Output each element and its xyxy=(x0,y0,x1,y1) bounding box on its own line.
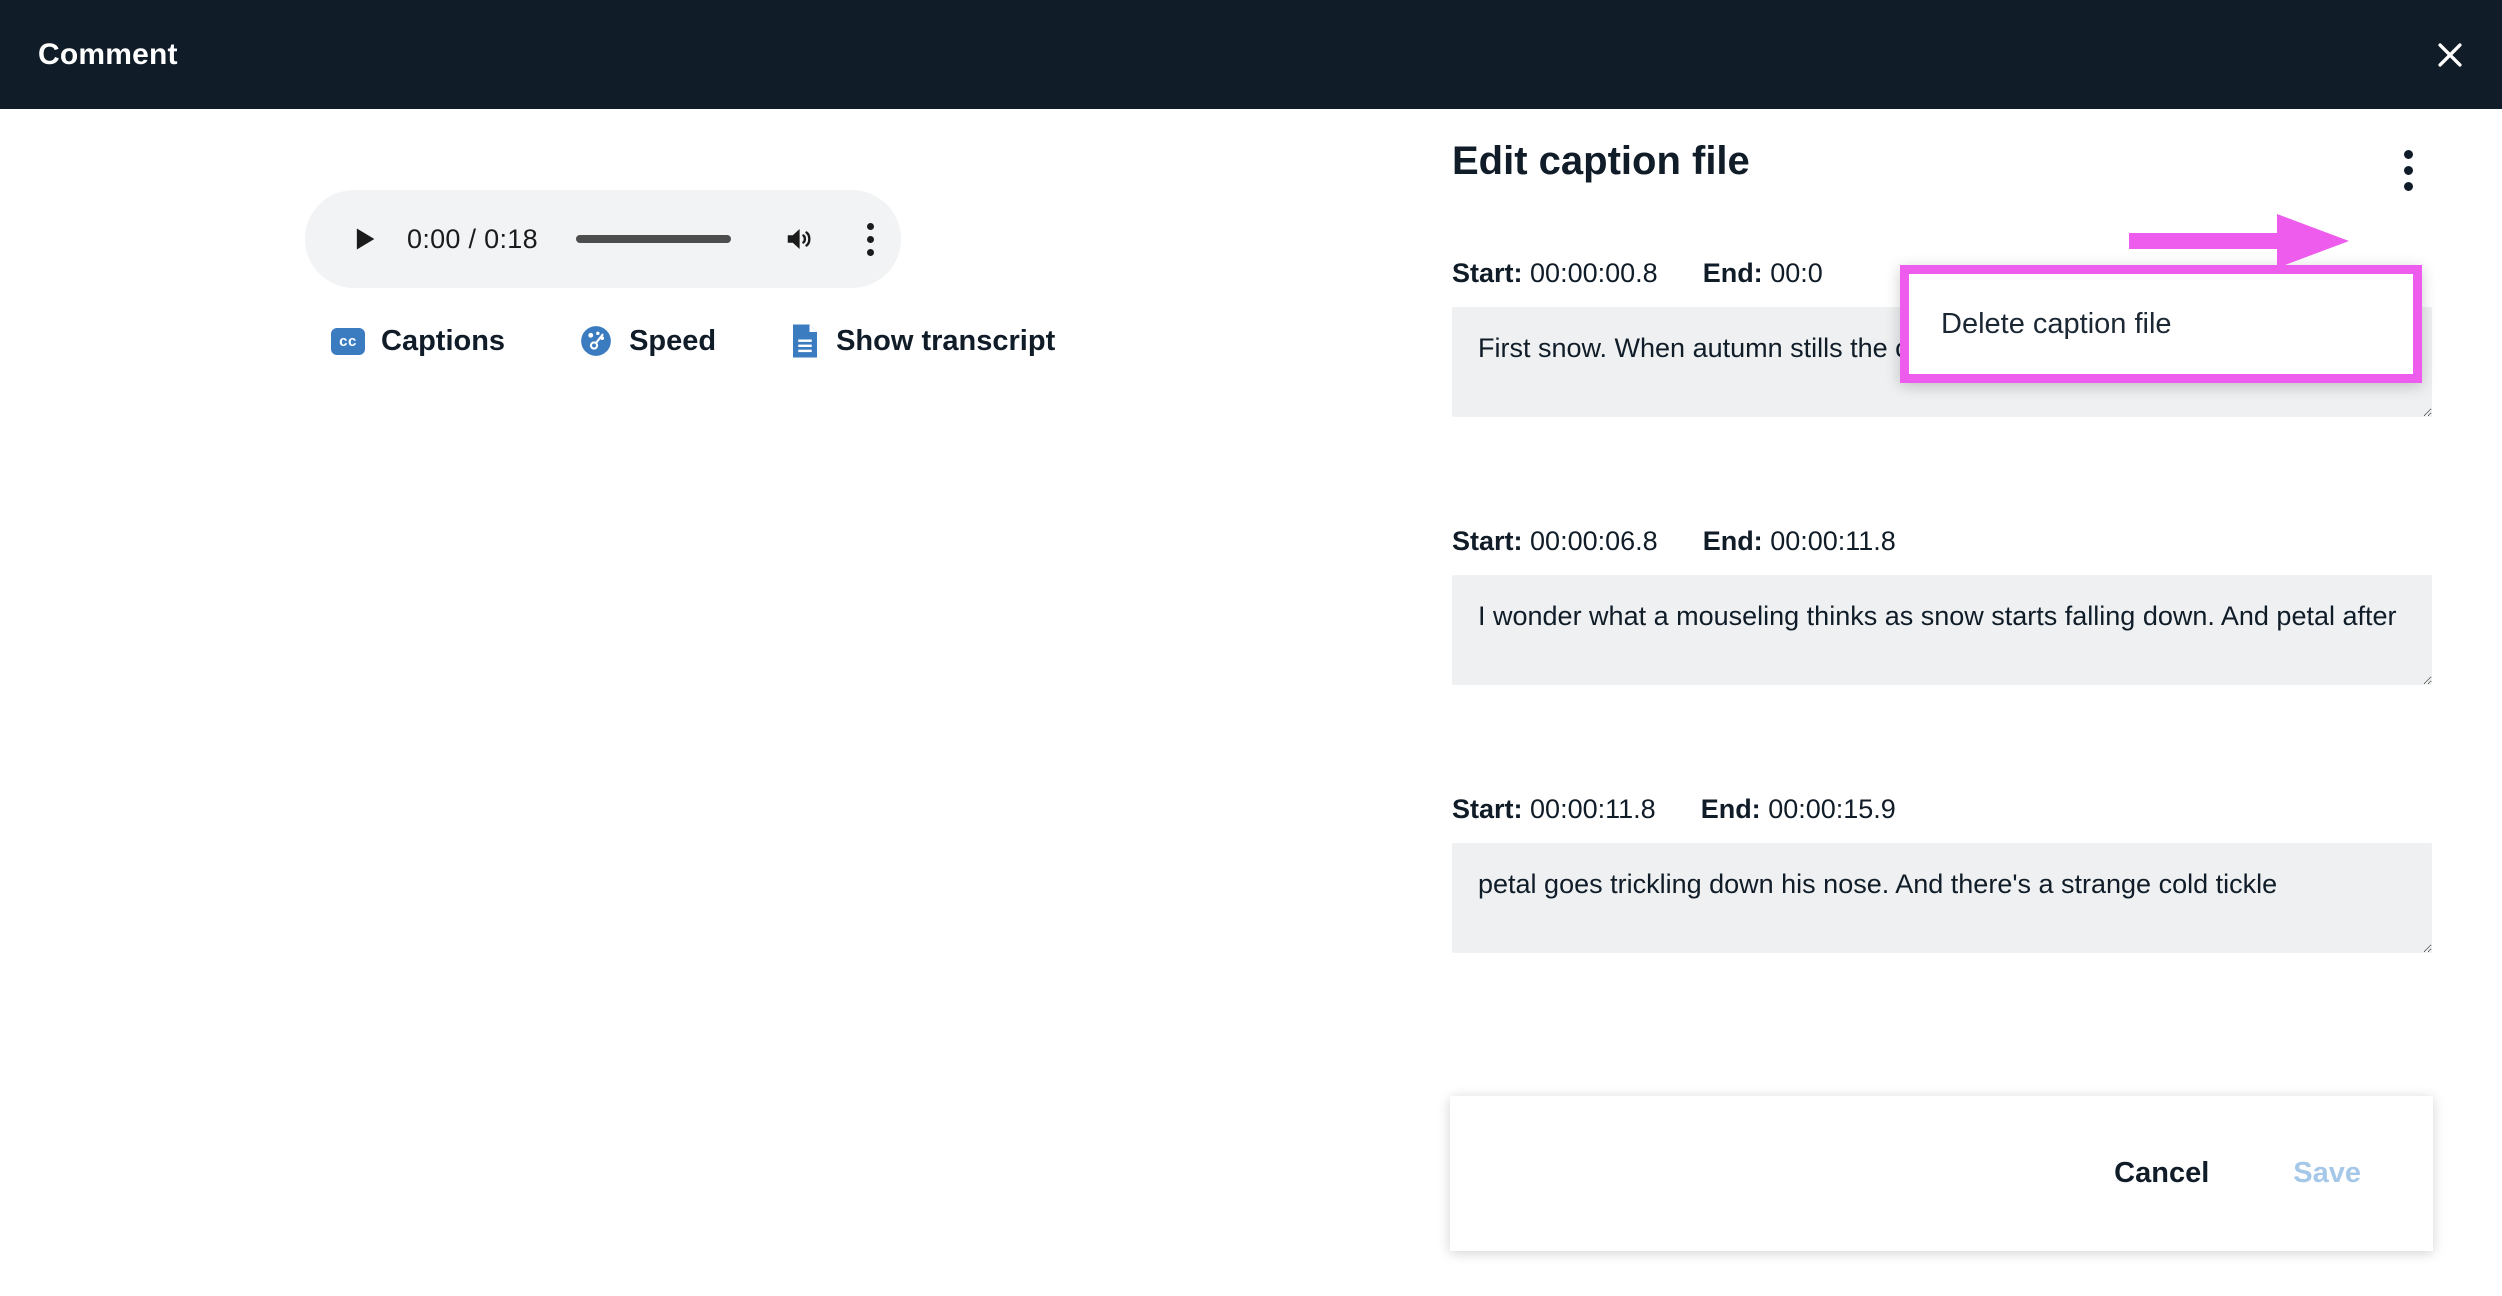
close-button[interactable] xyxy=(2422,27,2478,83)
cc-icon: cc xyxy=(331,327,365,355)
menu-item-delete-caption-file[interactable]: Delete caption file xyxy=(1909,308,2172,341)
kebab-dot xyxy=(867,222,875,230)
kebab-dot xyxy=(867,248,875,256)
end-label: End: xyxy=(1700,794,1761,824)
transcript-icon xyxy=(793,324,818,358)
captions-button[interactable]: cc Captions xyxy=(331,325,505,358)
start-time: 00:00:00.8 xyxy=(1530,258,1658,288)
show-transcript-label: Show transcript xyxy=(836,324,1056,357)
caption-timecodes: Start: 00:00:11.8 End: 00:00:15.9 xyxy=(1452,794,2432,825)
caption-editor-more-options-button[interactable] xyxy=(2386,143,2430,197)
dialog-header: Comment xyxy=(0,0,2502,109)
kebab-dot xyxy=(2403,181,2413,191)
speed-label: Speed xyxy=(629,324,717,357)
player-options-row: cc Captions Speed Show transcript xyxy=(331,323,1055,359)
start-label: Start: xyxy=(1452,794,1523,824)
caption-editor-title: Edit caption file xyxy=(1452,139,1750,183)
speed-icon xyxy=(581,326,611,356)
show-transcript-button[interactable]: Show transcript xyxy=(790,323,1055,359)
audio-player: 0:00 / 0:18 xyxy=(305,190,901,288)
end-time: 00:00:11.8 xyxy=(1770,526,1896,556)
volume-icon xyxy=(787,229,811,249)
player-more-options-button[interactable] xyxy=(849,213,893,265)
caption-editor-header: Edit caption file xyxy=(1452,139,2432,209)
kebab-dot xyxy=(867,235,875,243)
progress-slider[interactable] xyxy=(575,235,731,243)
caption-entry: Start: 00:00:11.8 End: 00:00:15.9 xyxy=(1452,794,2432,953)
page-title: Comment xyxy=(38,37,178,71)
start-time: 00:00:11.8 xyxy=(1530,794,1656,824)
start-time: 00:00:06.8 xyxy=(1530,526,1658,556)
caption-text-input[interactable] xyxy=(1452,575,2432,685)
play-button[interactable] xyxy=(339,213,391,265)
editor-footer: Cancel Save xyxy=(1450,1096,2433,1251)
end-label: End: xyxy=(1702,258,1763,288)
caption-entry: Start: 00:00:06.8 End: 00:00:11.8 xyxy=(1452,526,2432,685)
end-time: 00:00:15.9 xyxy=(1768,794,1896,824)
save-button[interactable]: Save xyxy=(2279,1147,2375,1200)
kebab-dot xyxy=(2403,149,2413,159)
close-icon xyxy=(2438,42,2462,67)
caption-file-options-menu: Delete caption file xyxy=(1900,265,2422,383)
end-time: 00:0 xyxy=(1770,258,1823,288)
kebab-dot xyxy=(2403,165,2413,175)
cancel-button[interactable]: Cancel xyxy=(2100,1147,2223,1200)
start-label: Start: xyxy=(1452,258,1523,288)
end-label: End: xyxy=(1702,526,1763,556)
volume-button[interactable] xyxy=(773,213,825,265)
captions-label: Captions xyxy=(381,324,506,357)
time-display: 0:00 / 0:18 xyxy=(407,223,538,254)
speed-button[interactable]: Speed xyxy=(579,324,716,358)
caption-text-input[interactable] xyxy=(1452,843,2432,953)
caption-timecodes: Start: 00:00:06.8 End: 00:00:11.8 xyxy=(1452,526,2432,557)
start-label: Start: xyxy=(1452,526,1523,556)
play-icon xyxy=(356,228,375,250)
